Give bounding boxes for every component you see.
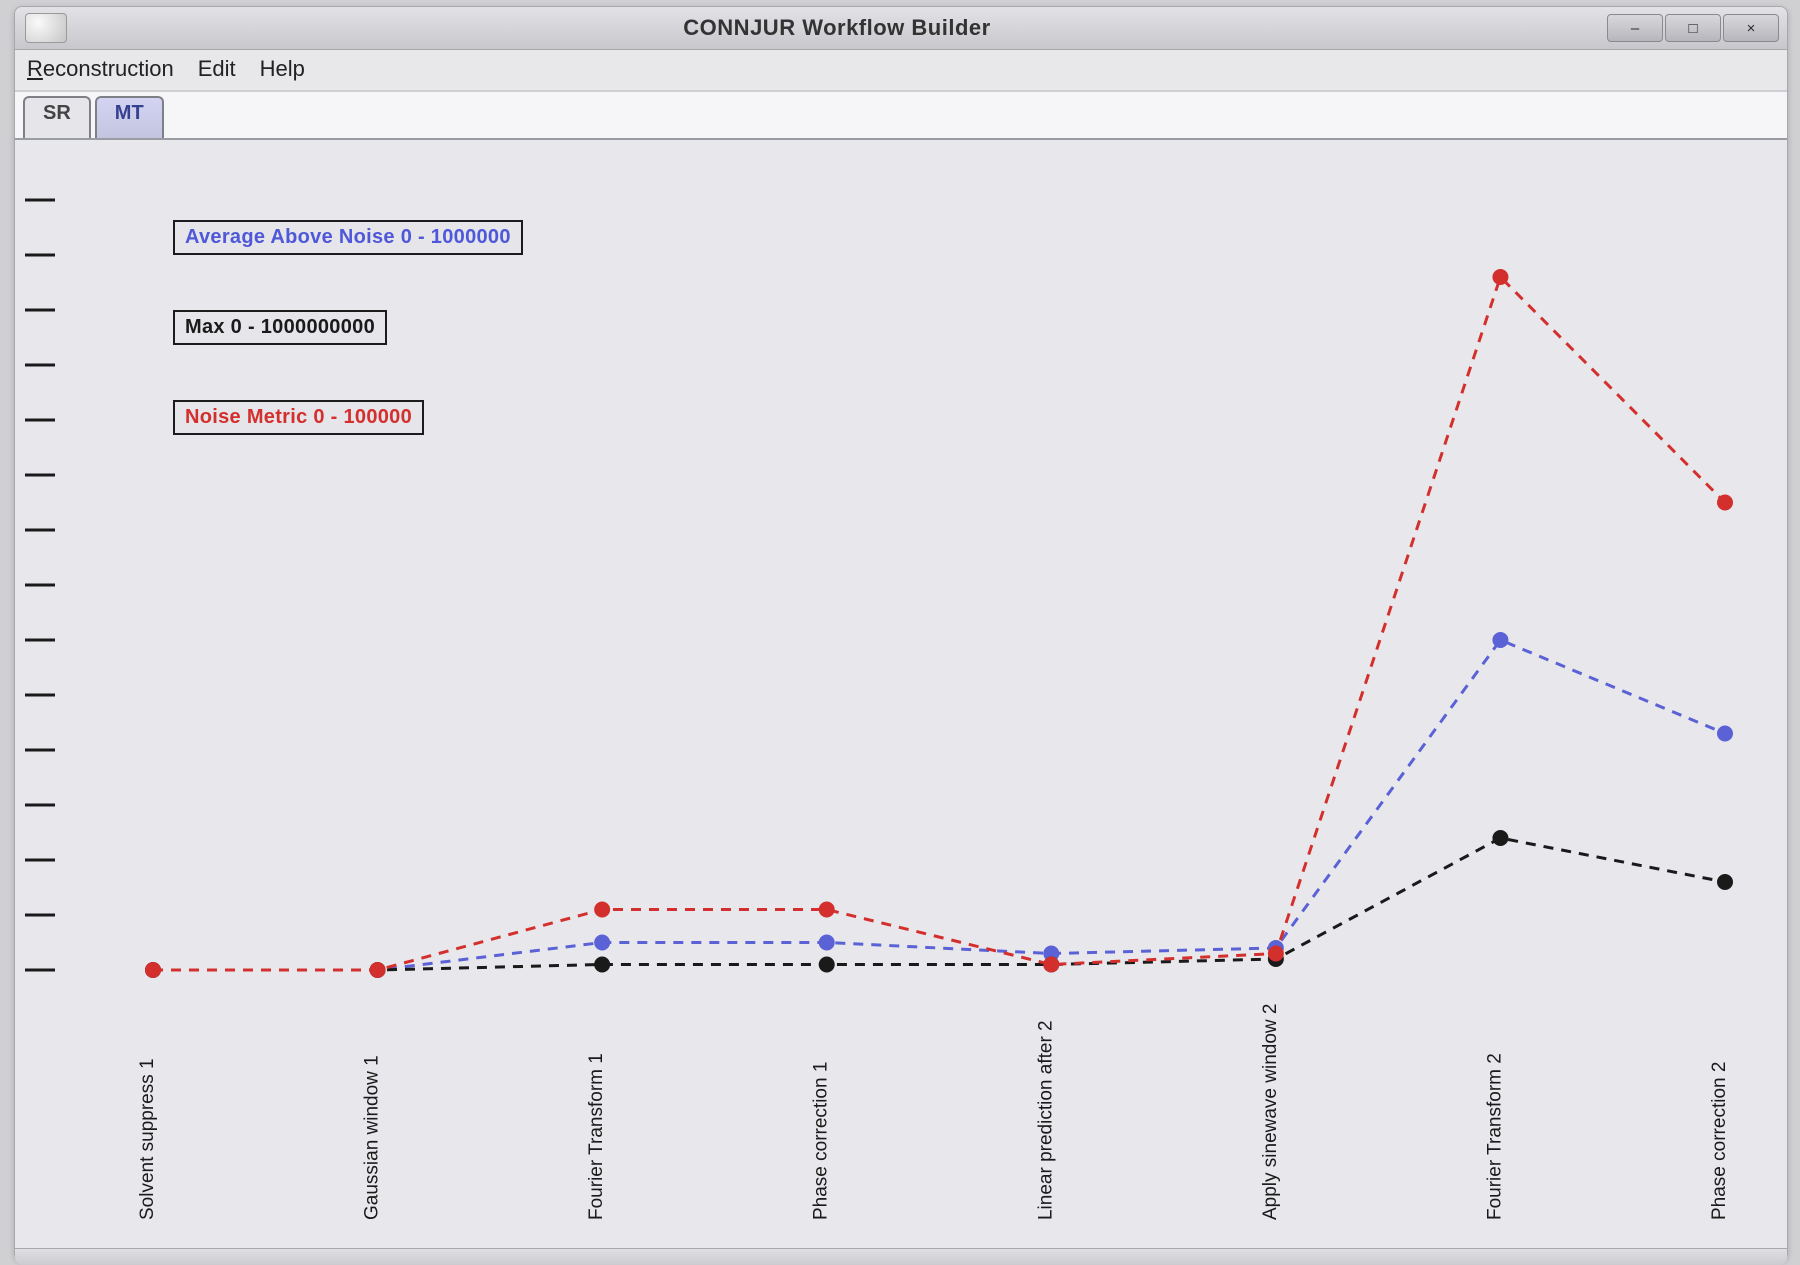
tab-mt[interactable]: MT bbox=[95, 96, 164, 138]
svg-text:Fourier Transform 1: Fourier Transform 1 bbox=[586, 1053, 607, 1220]
window-title: CONNJUR Workflow Builder bbox=[67, 15, 1607, 41]
titlebar: CONNJUR Workflow Builder – □ × bbox=[15, 7, 1787, 50]
app-icon bbox=[25, 13, 67, 43]
svg-text:Linear prediction after 2: Linear prediction after 2 bbox=[1035, 1020, 1056, 1220]
minimize-button[interactable]: – bbox=[1607, 14, 1663, 42]
svg-text:Apply sinewave window 2: Apply sinewave window 2 bbox=[1260, 1003, 1281, 1220]
statusbar bbox=[15, 1248, 1787, 1265]
menubar: Reconstruction Edit Help bbox=[15, 50, 1787, 92]
tabstrip: SR MT bbox=[15, 92, 1787, 140]
chart-area: Average Above Noise 0 - 1000000 Max 0 - … bbox=[15, 140, 1787, 1248]
svg-text:Phase correction 1: Phase correction 1 bbox=[811, 1062, 832, 1220]
tab-sr[interactable]: SR bbox=[23, 96, 91, 138]
menu-reconstruction[interactable]: Reconstruction bbox=[27, 56, 174, 82]
svg-text:Solvent suppress 1: Solvent suppress 1 bbox=[137, 1058, 158, 1220]
svg-text:Fourier Transform 2: Fourier Transform 2 bbox=[1484, 1053, 1505, 1220]
metrics-chart: Solvent suppress 1 Gaussian window 1 Fouri… bbox=[15, 140, 1785, 1248]
svg-text:Phase correction 2: Phase correction 2 bbox=[1709, 1062, 1730, 1220]
svg-text:Gaussian window 1: Gaussian window 1 bbox=[362, 1055, 383, 1220]
menu-edit[interactable]: Edit bbox=[198, 56, 236, 82]
maximize-button[interactable]: □ bbox=[1665, 14, 1721, 42]
close-button[interactable]: × bbox=[1723, 14, 1779, 42]
app-window: CONNJUR Workflow Builder – □ × Reconstru… bbox=[14, 6, 1788, 1261]
menu-help[interactable]: Help bbox=[260, 56, 305, 82]
window-controls: – □ × bbox=[1607, 14, 1779, 42]
